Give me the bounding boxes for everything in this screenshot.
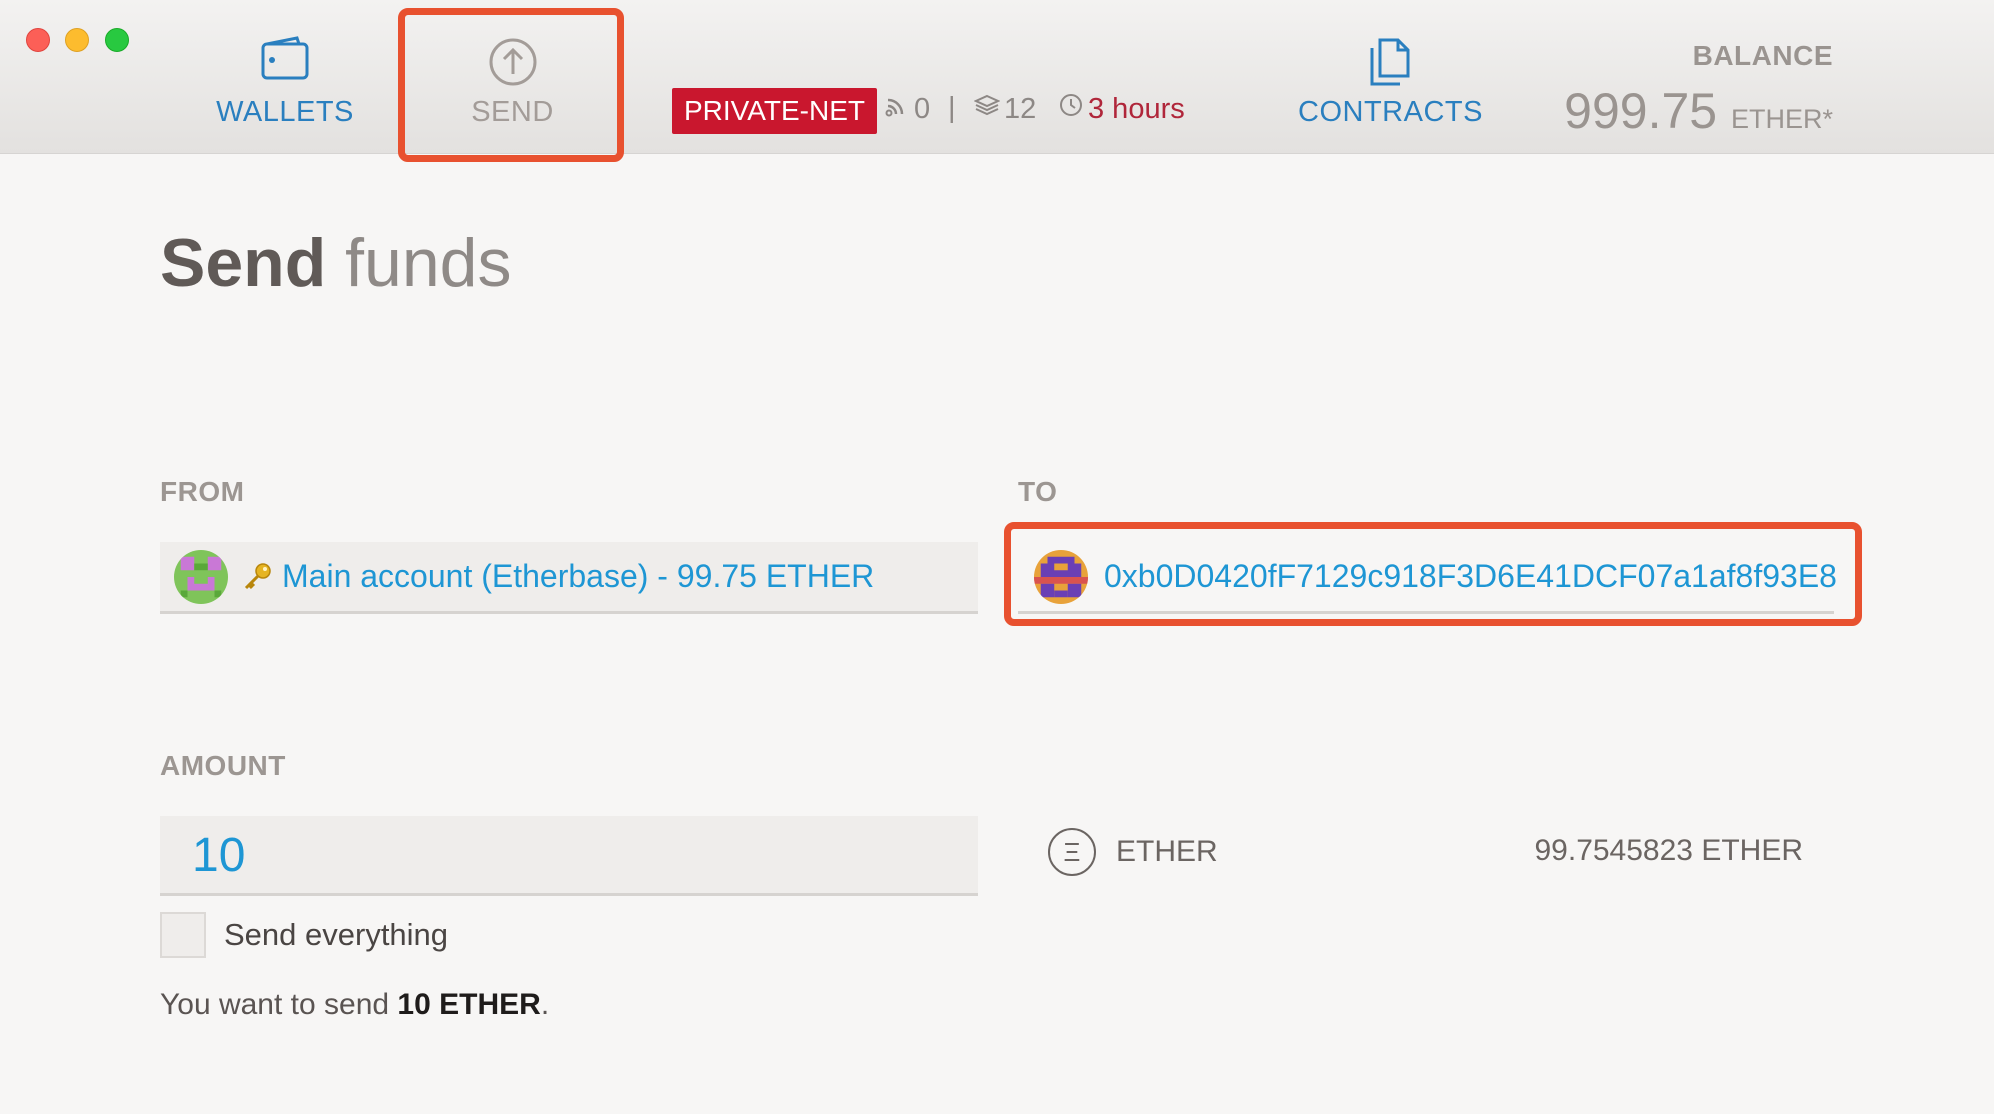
unit-select[interactable]: Ξ ETHER (1048, 828, 1218, 876)
summary-suffix: . (540, 988, 550, 1021)
peer-count-value: 0 (914, 92, 931, 125)
from-label: FROM (160, 476, 245, 507)
zoom-window-button[interactable] (105, 28, 129, 52)
page-title-strong: Send (160, 225, 327, 301)
last-block-time-value: 3 hours (1088, 92, 1185, 125)
send-everything-label: Send everything (224, 917, 449, 952)
ether-symbol-icon: Ξ (1048, 828, 1096, 876)
send-tab-highlight (398, 8, 624, 162)
nav-contracts-label: CONTRACTS (1298, 96, 1483, 128)
summary-prefix: You want to send (160, 988, 390, 1021)
from-account-select[interactable]: Main account (Etherbase) - 99.75 ETHER (160, 542, 978, 614)
balance-unit: ETHER* (1730, 104, 1833, 134)
send-everything-checkbox[interactable] (160, 912, 206, 958)
to-label: TO (1018, 476, 1058, 507)
nav-wallets-label: WALLETS (216, 96, 354, 128)
nav-contracts[interactable]: CONTRACTS (1298, 36, 1483, 129)
peer-count: 0 (884, 92, 930, 126)
wallet-icon (210, 36, 360, 88)
close-window-button[interactable] (26, 28, 50, 52)
stat-separator: | (948, 92, 956, 124)
minimize-window-button[interactable] (65, 28, 89, 52)
page-title-light: funds (345, 225, 512, 301)
to-field-highlight (1004, 522, 1862, 626)
amount-input[interactable]: 10 (160, 816, 978, 896)
balance-label: BALANCE (1692, 40, 1833, 71)
page-title: Send funds (160, 224, 512, 302)
last-block-time: 3 hours (1058, 92, 1185, 126)
layers-icon (973, 92, 1001, 126)
clock-icon (1058, 92, 1084, 126)
send-summary: You want to send 10 ETHER. (160, 988, 549, 1022)
nav-wallets[interactable]: WALLETS (210, 36, 360, 129)
unit-label: ETHER (1116, 835, 1218, 868)
top-bar: WALLETS SEND PRIVATE-NET 0 | 12 3 hours … (0, 0, 1994, 154)
block-count-value: 12 (1004, 92, 1037, 125)
balance-value: 999.75 ETHER* (1564, 82, 1833, 140)
available-balance: 99.7545823 ETHER (1534, 834, 1803, 867)
summary-amount: 10 ETHER (397, 988, 541, 1021)
from-account-avatar (174, 549, 228, 604)
amount-label: AMOUNT (160, 750, 286, 781)
signal-icon (884, 92, 910, 126)
documents-icon (1298, 36, 1478, 88)
send-everything-option[interactable]: Send everything (160, 912, 448, 958)
block-count: 12 (973, 92, 1037, 126)
key-icon (240, 560, 274, 594)
network-badge: PRIVATE-NET (672, 88, 877, 134)
balance-amount: 999.75 (1564, 83, 1718, 139)
from-account-text: Main account (Etherbase) - 99.75 ETHER (282, 558, 875, 594)
